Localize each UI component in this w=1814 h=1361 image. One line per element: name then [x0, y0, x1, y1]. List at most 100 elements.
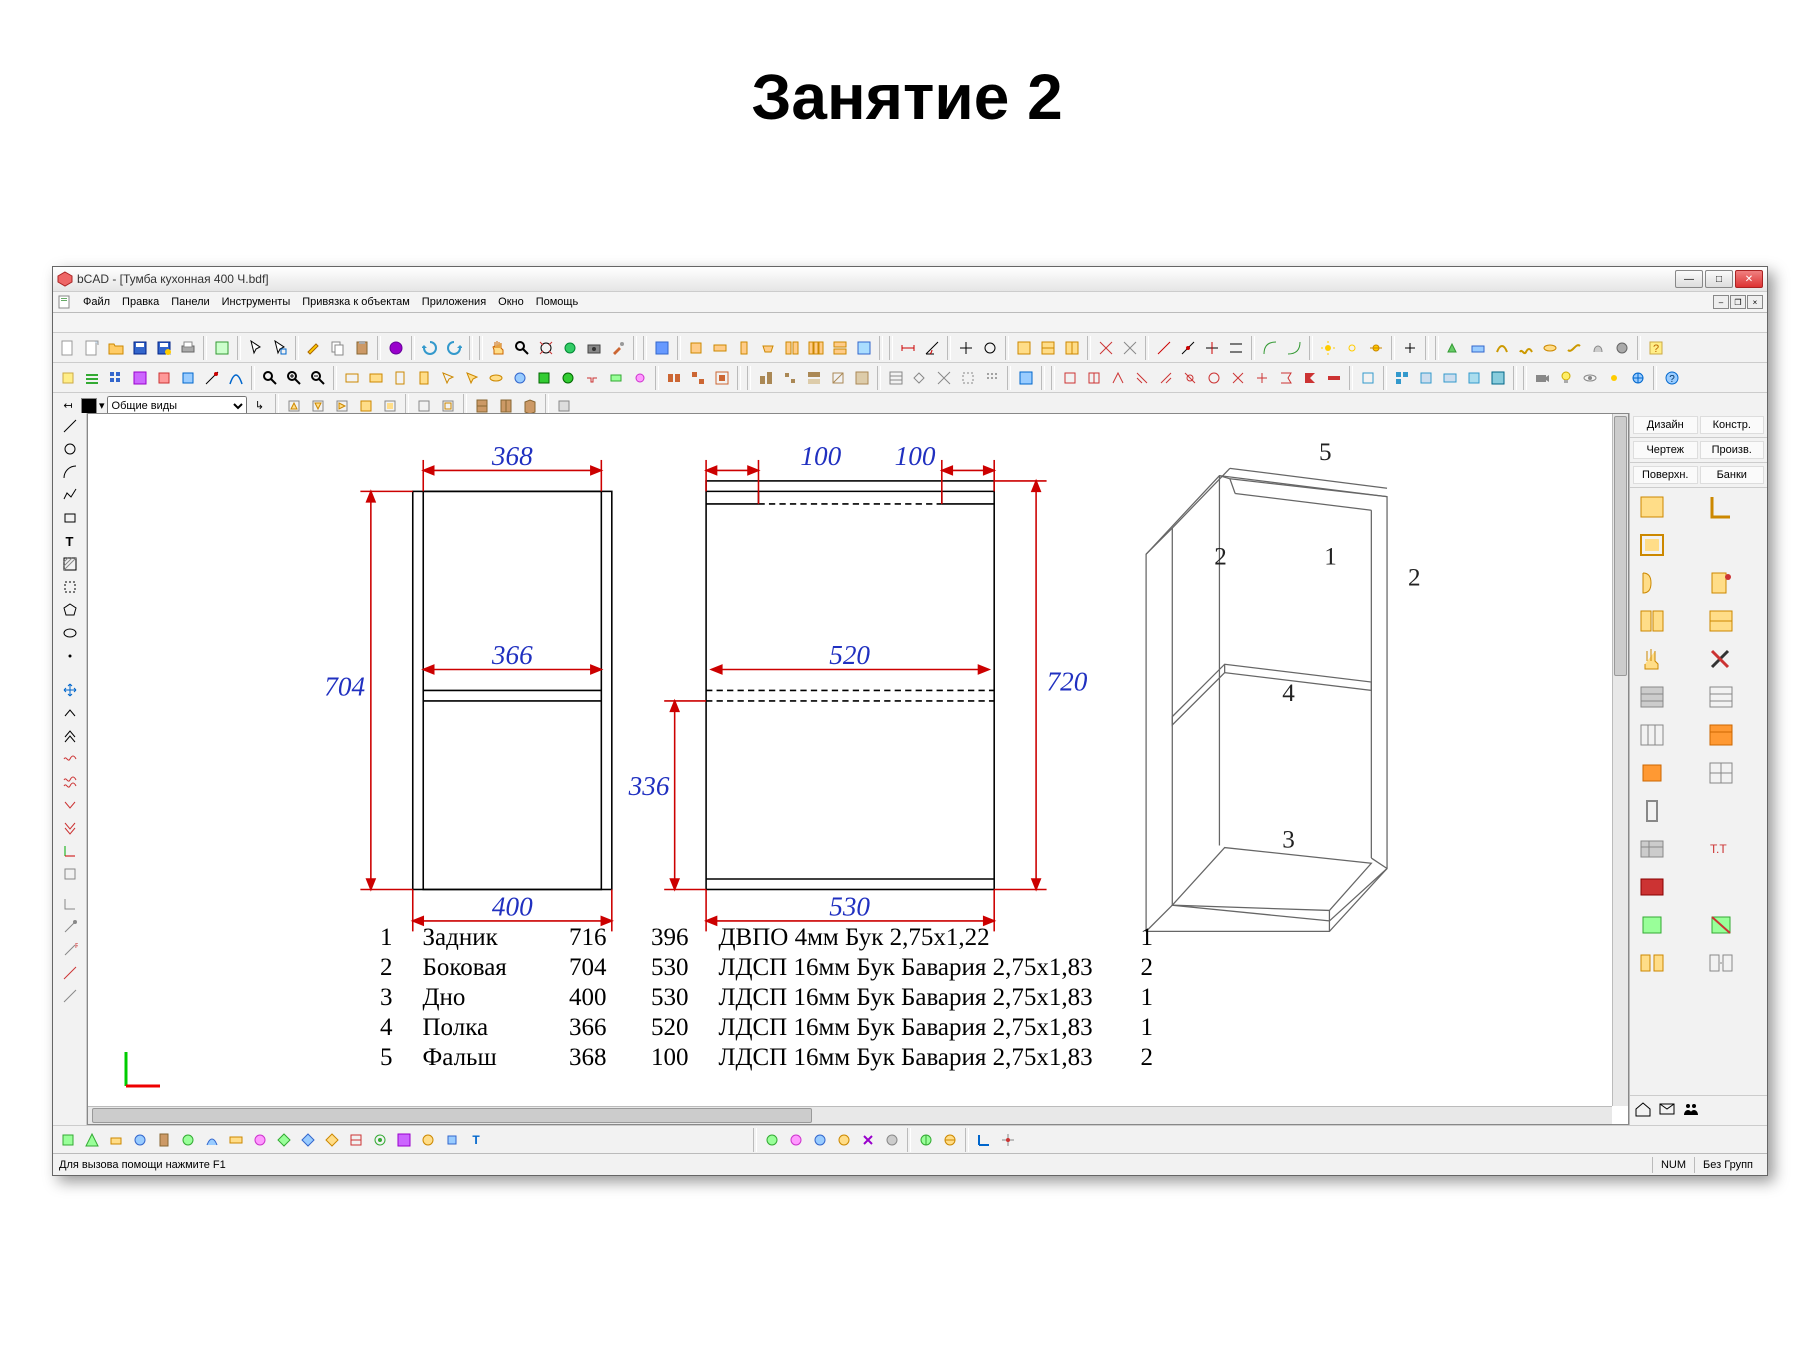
m1-icon[interactable]: [663, 367, 685, 389]
rp-hand-icon[interactable]: [1632, 642, 1672, 676]
rp-col2-icon[interactable]: [1701, 718, 1741, 752]
sun2-icon[interactable]: [1341, 337, 1363, 359]
k4-icon[interactable]: [1439, 367, 1461, 389]
close-button[interactable]: ✕: [1735, 270, 1763, 288]
bt8-icon[interactable]: [225, 1129, 247, 1151]
o1-icon[interactable]: [1059, 367, 1081, 389]
rtab-constr[interactable]: Констр.: [1700, 416, 1765, 434]
draw1-tool-icon[interactable]: [58, 893, 82, 915]
mdi-close-button[interactable]: ×: [1747, 295, 1763, 309]
minimize-button[interactable]: —: [1675, 270, 1703, 288]
bt2-icon[interactable]: [81, 1129, 103, 1151]
rp-panel3-icon[interactable]: [1632, 528, 1672, 562]
save-icon[interactable]: [129, 337, 151, 359]
o7-icon[interactable]: [1203, 367, 1225, 389]
rp-split1-icon[interactable]: [1632, 946, 1672, 980]
p8-icon[interactable]: [1611, 337, 1633, 359]
box1-icon[interactable]: [685, 337, 707, 359]
p3-icon[interactable]: [1491, 337, 1513, 359]
rtab-production[interactable]: Произв.: [1700, 441, 1765, 459]
persons-icon[interactable]: [1682, 1100, 1700, 1121]
x1-icon[interactable]: [1095, 337, 1117, 359]
home-icon[interactable]: [1634, 1100, 1652, 1121]
up-tool-icon[interactable]: [58, 702, 82, 724]
zoom2-icon[interactable]: [283, 367, 305, 389]
o3-icon[interactable]: [1107, 367, 1129, 389]
t2-8-icon[interactable]: [225, 367, 247, 389]
rp-table-icon[interactable]: [1632, 832, 1672, 866]
sp6-icon[interactable]: [881, 1129, 903, 1151]
mdi-restore-button[interactable]: ❐: [1730, 295, 1746, 309]
sp8-icon[interactable]: [939, 1129, 961, 1151]
circle-icon[interactable]: [979, 337, 1001, 359]
bt6-icon[interactable]: [177, 1129, 199, 1151]
l2-icon[interactable]: [1177, 337, 1199, 359]
b3-icon[interactable]: [1061, 337, 1083, 359]
l3-icon[interactable]: [1201, 337, 1223, 359]
s4-icon[interactable]: [827, 367, 849, 389]
zoom3-icon[interactable]: [307, 367, 329, 389]
bt13-icon[interactable]: [345, 1129, 367, 1151]
rp-g1-icon[interactable]: [1632, 908, 1672, 942]
s1-icon[interactable]: [755, 367, 777, 389]
c11-icon[interactable]: [581, 367, 603, 389]
rtab-surface[interactable]: Поверхн.: [1633, 466, 1698, 484]
o2-icon[interactable]: [1083, 367, 1105, 389]
s5-icon[interactable]: [851, 367, 873, 389]
bt11-icon[interactable]: [297, 1129, 319, 1151]
bt4-icon[interactable]: [129, 1129, 151, 1151]
plus-icon[interactable]: [1399, 337, 1421, 359]
arc2-icon[interactable]: [1283, 337, 1305, 359]
scrollbar-horizontal[interactable]: [88, 1106, 1612, 1124]
rp-panel1-icon[interactable]: [1632, 490, 1672, 524]
rp-draw1-icon[interactable]: [1632, 680, 1672, 714]
sp3-icon[interactable]: [809, 1129, 831, 1151]
bt9-icon[interactable]: [249, 1129, 271, 1151]
draw2-tool-icon[interactable]: [58, 916, 82, 938]
box6-icon[interactable]: [805, 337, 827, 359]
arc1-icon[interactable]: [1259, 337, 1281, 359]
bt1-icon[interactable]: [57, 1129, 79, 1151]
box4-icon[interactable]: [757, 337, 779, 359]
g2-icon[interactable]: [909, 367, 931, 389]
rp-sq1-icon[interactable]: [1632, 756, 1672, 790]
arc-tool-icon[interactable]: [58, 461, 82, 483]
c10-icon[interactable]: [557, 367, 579, 389]
polygon-tool-icon[interactable]: [58, 599, 82, 621]
undo-icon[interactable]: [419, 337, 441, 359]
wave1-tool-icon[interactable]: [58, 748, 82, 770]
o9-icon[interactable]: [1251, 367, 1273, 389]
menu-apps[interactable]: Приложения: [416, 293, 492, 311]
bt18-icon[interactable]: T: [465, 1129, 487, 1151]
c7-icon[interactable]: [485, 367, 507, 389]
help2-icon[interactable]: ?: [1661, 367, 1683, 389]
bt15-icon[interactable]: [393, 1129, 415, 1151]
rtab-banks[interactable]: Банки: [1700, 466, 1765, 484]
dim-ang-icon[interactable]: [921, 337, 943, 359]
rp-draw2-icon[interactable]: [1701, 680, 1741, 714]
s2-icon[interactable]: [779, 367, 801, 389]
bt17-icon[interactable]: [441, 1129, 463, 1151]
c13-icon[interactable]: [629, 367, 651, 389]
text-tool-icon[interactable]: T: [58, 530, 82, 552]
maximize-button[interactable]: □: [1705, 270, 1733, 288]
o4-icon[interactable]: [1131, 367, 1153, 389]
cross-icon[interactable]: [955, 337, 977, 359]
bulb-icon[interactable]: [1555, 367, 1577, 389]
rtab-design[interactable]: Дизайн: [1633, 416, 1698, 434]
s3-icon[interactable]: [803, 367, 825, 389]
rp-panel2-icon[interactable]: [1701, 490, 1741, 524]
m3-icon[interactable]: [711, 367, 733, 389]
ellipse-tool-icon[interactable]: [58, 622, 82, 644]
rp-red1-icon[interactable]: [1632, 870, 1672, 904]
menu-panels[interactable]: Панели: [165, 293, 215, 311]
bt14-icon[interactable]: [369, 1129, 391, 1151]
rect-tool-icon[interactable]: [58, 507, 82, 529]
o11-icon[interactable]: [1299, 367, 1321, 389]
bt16-icon[interactable]: [417, 1129, 439, 1151]
zoom-extents-icon[interactable]: [535, 337, 557, 359]
m2-icon[interactable]: [687, 367, 709, 389]
edit-icon[interactable]: [303, 337, 325, 359]
scrollbar-vertical[interactable]: [1612, 414, 1628, 1106]
box5-icon[interactable]: [781, 337, 803, 359]
